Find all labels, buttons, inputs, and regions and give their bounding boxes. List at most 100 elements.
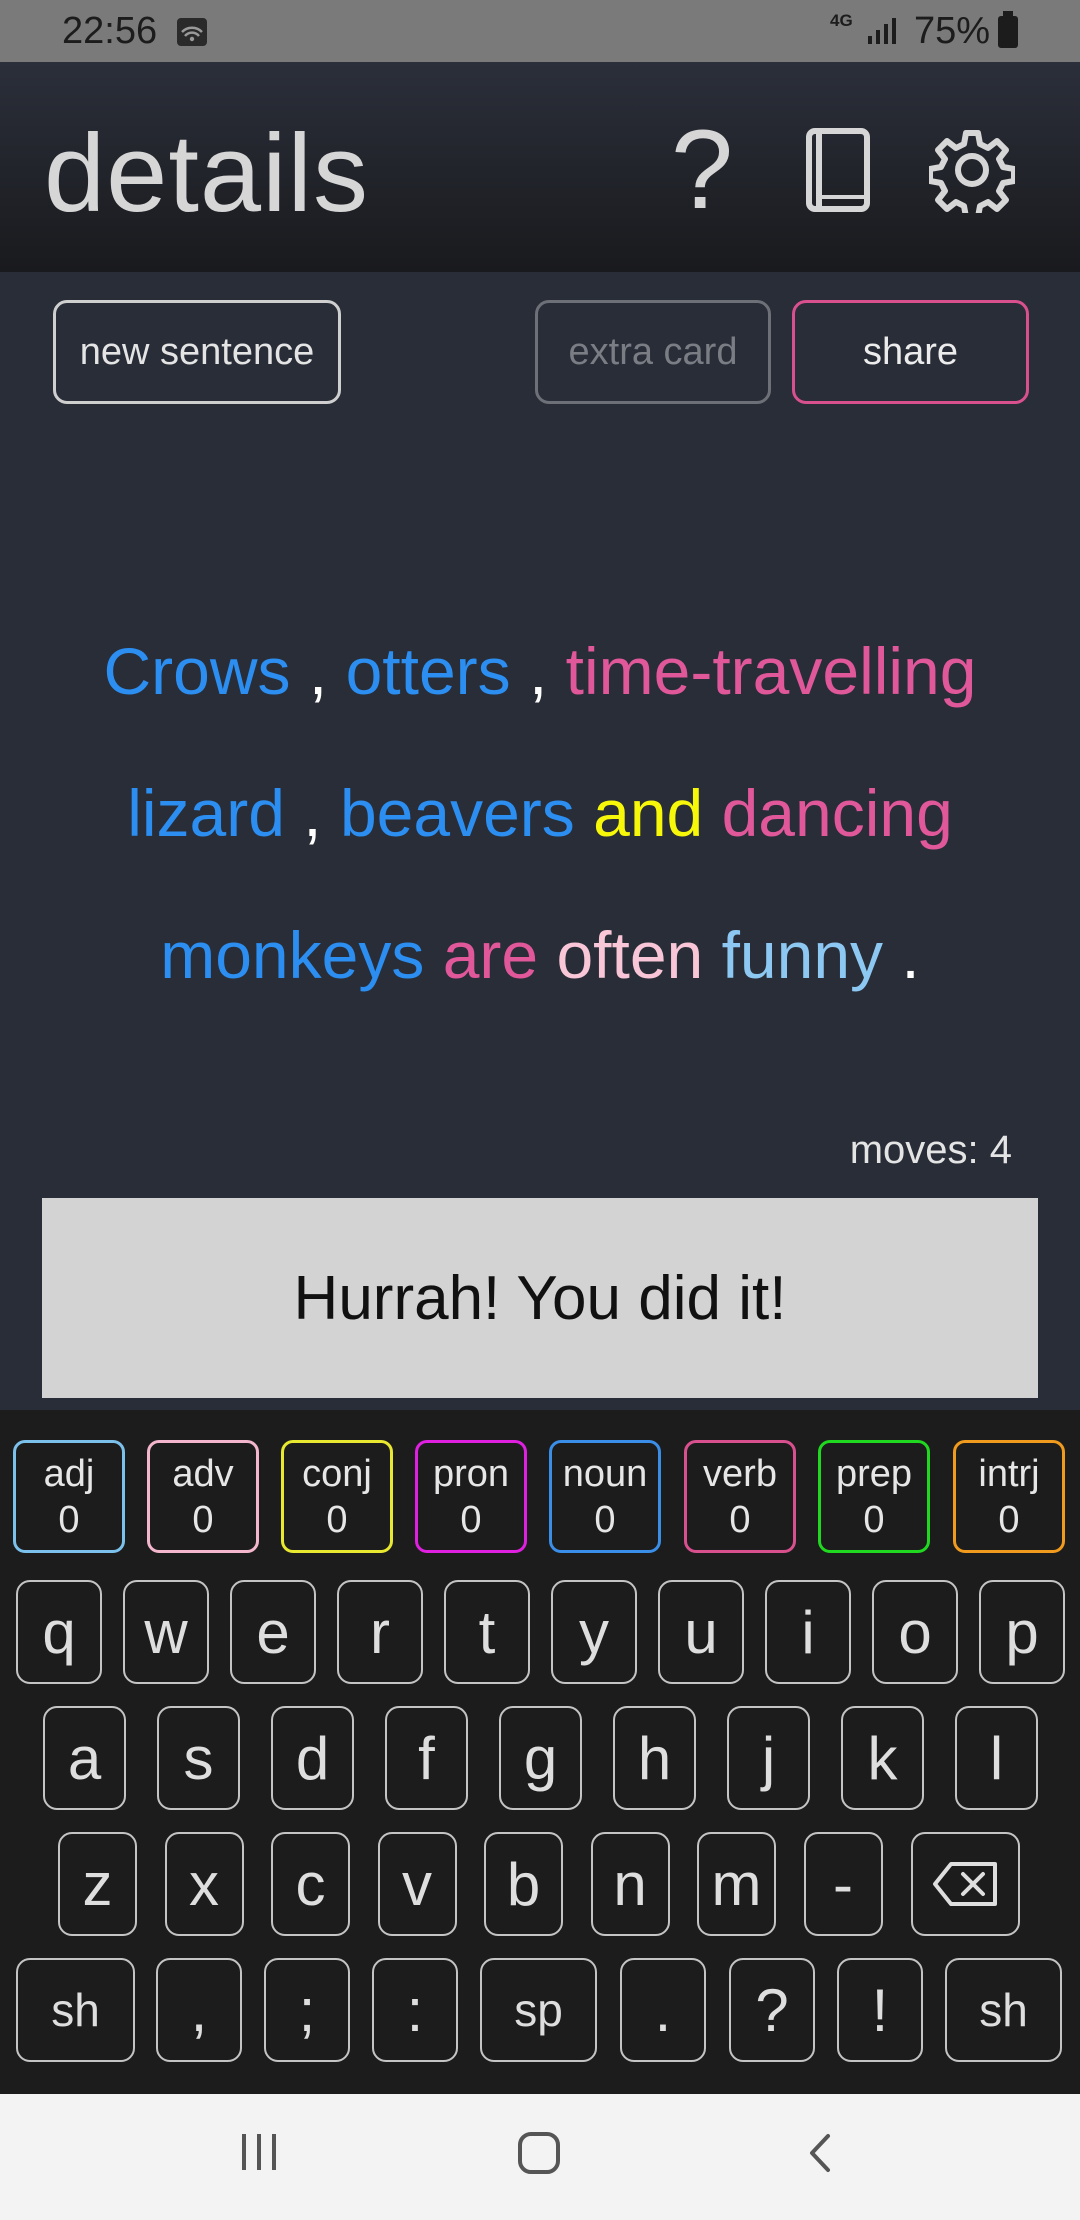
moves-counter: moves: 4 xyxy=(850,1128,1012,1173)
category-count: 0 xyxy=(594,1498,616,1541)
sentence-word: are xyxy=(442,918,539,992)
category-noun[interactable]: noun 0 xyxy=(549,1440,661,1553)
share-button[interactable]: share xyxy=(792,300,1029,404)
key-![interactable]: ! xyxy=(837,1958,923,2062)
success-message: Hurrah! You did it! xyxy=(42,1198,1038,1398)
key-h[interactable]: h xyxy=(613,1706,696,1810)
help-icon[interactable]: ? xyxy=(654,114,750,226)
battery-percent: 75% xyxy=(914,10,991,52)
category-verb[interactable]: verb 0 xyxy=(684,1440,796,1553)
key-r[interactable]: r xyxy=(337,1580,423,1684)
key--[interactable]: - xyxy=(803,1832,883,1936)
key-m[interactable]: m xyxy=(697,1832,776,1936)
key-t[interactable]: t xyxy=(444,1580,530,1684)
key-:[interactable]: : xyxy=(372,1958,458,2062)
sentence-word: lizard xyxy=(127,776,285,850)
category-count: 0 xyxy=(58,1498,80,1541)
key-z[interactable]: z xyxy=(58,1832,137,1936)
status-bar: 22:56 4G 75% xyxy=(0,0,1080,62)
category-adj[interactable]: adj 0 xyxy=(13,1440,125,1553)
home-icon[interactable] xyxy=(516,2130,562,2181)
backspace-icon xyxy=(932,1862,997,1906)
key-e[interactable]: e xyxy=(230,1580,316,1684)
key-p[interactable]: p xyxy=(979,1580,1065,1684)
key-shift-0[interactable]: sh xyxy=(16,1958,135,2062)
key-w[interactable]: w xyxy=(123,1580,209,1684)
key-k[interactable]: k xyxy=(841,1706,924,1810)
key-space[interactable]: sp xyxy=(480,1958,597,2062)
key-g[interactable]: g xyxy=(499,1706,582,1810)
category-label: adj xyxy=(43,1452,95,1495)
sentence-word: and xyxy=(593,776,704,850)
category-count: 0 xyxy=(192,1498,214,1541)
app-header: details ? xyxy=(0,62,1080,272)
key-shift-8[interactable]: sh xyxy=(945,1958,1062,2062)
backspace-key[interactable] xyxy=(911,1832,1020,1936)
key-?[interactable]: ? xyxy=(729,1958,815,2062)
sentence-word: time-travelling xyxy=(565,634,977,708)
category-pron[interactable]: pron 0 xyxy=(415,1440,527,1553)
wifi-calling-icon xyxy=(177,18,207,46)
key-q[interactable]: q xyxy=(16,1580,102,1684)
category-count: 0 xyxy=(729,1498,751,1541)
extra-card-button[interactable]: extra card xyxy=(535,300,771,404)
key-l[interactable]: l xyxy=(955,1706,1038,1810)
key-,[interactable]: , xyxy=(156,1958,242,2062)
category-label: intrj xyxy=(978,1452,1040,1495)
key-a[interactable]: a xyxy=(43,1706,126,1810)
category-count: 0 xyxy=(863,1498,885,1541)
recent-apps-icon[interactable] xyxy=(238,2130,280,2179)
key-v[interactable]: v xyxy=(377,1832,457,1936)
page-title: details xyxy=(44,112,369,235)
sentence-word: monkeys xyxy=(160,918,425,992)
category-count: 0 xyxy=(326,1498,348,1541)
key-n[interactable]: n xyxy=(590,1832,670,1936)
sentence-word: , xyxy=(303,776,322,850)
category-prep[interactable]: prep 0 xyxy=(818,1440,930,1553)
category-label: verb xyxy=(703,1452,777,1495)
key-.[interactable]: . xyxy=(620,1958,706,2062)
sentence-word: Crows xyxy=(103,634,291,708)
category-label: conj xyxy=(302,1452,372,1495)
gear-icon[interactable] xyxy=(924,122,1020,218)
key-x[interactable]: x xyxy=(164,1832,244,1936)
navigation-bar xyxy=(0,2094,1080,2220)
network-type: 4G xyxy=(830,11,853,30)
battery-icon xyxy=(998,11,1018,48)
category-adv[interactable]: adv 0 xyxy=(147,1440,259,1553)
category-label: noun xyxy=(562,1452,648,1495)
category-label: adv xyxy=(172,1452,234,1495)
key-u[interactable]: u xyxy=(658,1580,744,1684)
key-i[interactable]: i xyxy=(765,1580,851,1684)
sentence-word: beavers xyxy=(339,776,575,850)
sentence: Crows , otters , time-travelling lizard … xyxy=(40,600,1040,1026)
key-f[interactable]: f xyxy=(385,1706,468,1810)
sentence-word: . xyxy=(901,918,920,992)
new-sentence-button[interactable]: new sentence xyxy=(53,300,341,404)
key-c[interactable]: c xyxy=(271,1832,350,1936)
category-count: 0 xyxy=(998,1498,1020,1541)
category-label: pron xyxy=(432,1452,510,1495)
sentence-word: often xyxy=(556,918,704,992)
category-count: 0 xyxy=(460,1498,482,1541)
key-;[interactable]: ; xyxy=(264,1958,350,2062)
category-label: prep xyxy=(835,1452,913,1495)
sentence-word: , xyxy=(528,634,548,708)
sentence-word: , xyxy=(308,634,328,708)
category-conj[interactable]: conj 0 xyxy=(281,1440,393,1553)
key-s[interactable]: s xyxy=(157,1706,240,1810)
signal-icon xyxy=(866,16,900,51)
keyboard: adj 0 adv 0 conj 0 pron 0 noun 0 verb 0 prep 0 intrj 0 q… xyxy=(0,1410,1080,2094)
key-b[interactable]: b xyxy=(484,1832,563,1936)
sentence-word: funny xyxy=(721,918,884,992)
status-time: 22:56 xyxy=(62,10,158,52)
moves-value: 4 xyxy=(989,1128,1012,1172)
key-j[interactable]: j xyxy=(727,1706,810,1810)
sentence-word: otters xyxy=(345,634,511,708)
book-icon[interactable] xyxy=(790,122,886,218)
key-y[interactable]: y xyxy=(551,1580,637,1684)
key-o[interactable]: o xyxy=(872,1580,958,1684)
back-icon[interactable] xyxy=(800,2130,840,2181)
key-d[interactable]: d xyxy=(271,1706,354,1810)
category-intrj[interactable]: intrj 0 xyxy=(953,1440,1065,1553)
